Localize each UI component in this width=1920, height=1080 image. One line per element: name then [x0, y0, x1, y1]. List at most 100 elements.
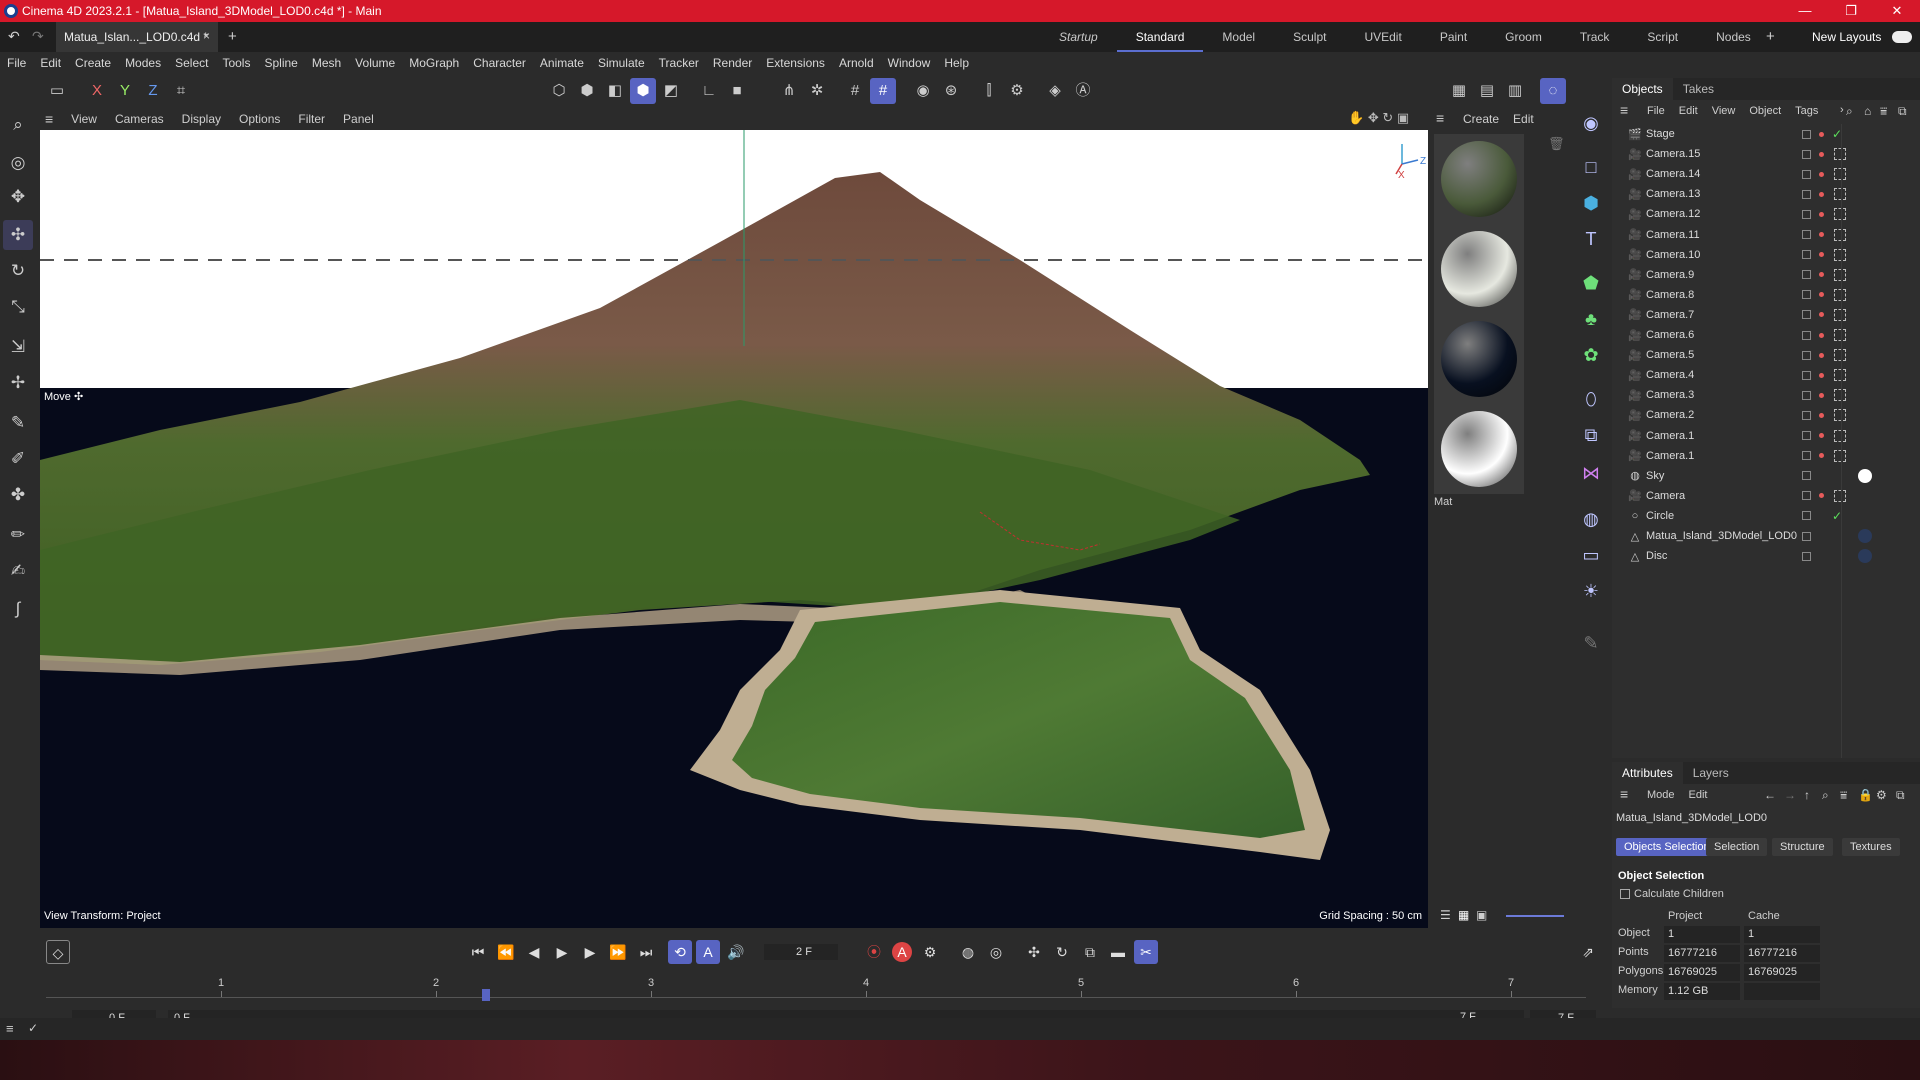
sky-material-tag-icon[interactable] — [1858, 468, 1872, 483]
editor-visibility-dot[interactable] — [1819, 412, 1824, 418]
layout-tab-sculpt[interactable]: Sculpt — [1274, 22, 1345, 52]
layer-checkbox[interactable] — [1802, 471, 1811, 481]
layer-checkbox[interactable] — [1802, 431, 1811, 440]
camera-tag-icon[interactable] — [1834, 288, 1846, 301]
new-layouts-label[interactable]: New Layouts — [1812, 30, 1881, 44]
attr-menu-mode[interactable]: Mode — [1640, 789, 1682, 801]
deformer-icon[interactable]: ⬯ — [1576, 384, 1606, 414]
object-row[interactable]: 🎥 Camera.5 — [1612, 345, 1920, 365]
camera-tag-icon[interactable] — [1834, 268, 1846, 281]
text-object-icon[interactable]: T — [1576, 224, 1606, 254]
layer-checkbox[interactable] — [1802, 370, 1811, 380]
layer-checkbox[interactable] — [1802, 189, 1811, 199]
menu-edit[interactable]: Edit — [33, 56, 68, 70]
layer-checkbox[interactable] — [1802, 350, 1811, 360]
attr-hamburger-icon[interactable]: ≡ — [1620, 786, 1628, 802]
3d-viewport[interactable]: Z X Move ✣ View Transform: Project Grid … — [40, 130, 1428, 928]
object-home-icon[interactable]: ⌂ — [1864, 104, 1871, 118]
play-icon[interactable]: ▶ — [550, 940, 574, 964]
add-tab-icon[interactable]: + — [228, 28, 237, 45]
attr-settings-icon[interactable]: ⚙ — [1876, 788, 1887, 802]
attr-lock-icon[interactable]: 🔒 — [1858, 788, 1873, 802]
soft-selection-icon[interactable]: ✲ — [804, 78, 830, 104]
material-item[interactable]: Mat — [1434, 404, 1524, 508]
layer-checkbox[interactable] — [1802, 290, 1811, 300]
sound-icon[interactable]: 🔊 — [724, 940, 748, 964]
camera-tag-icon[interactable] — [1834, 409, 1846, 422]
object-row[interactable]: 🎥 Camera.7 — [1612, 305, 1920, 325]
thumbnail-size-slider[interactable] — [1506, 915, 1564, 917]
menu-spline[interactable]: Spline — [257, 56, 304, 70]
attr-forward-icon[interactable]: → — [1784, 788, 1796, 802]
object-row[interactable]: 🎥 Camera.1 — [1612, 426, 1920, 446]
key-pla-icon[interactable]: ⧉ — [1078, 940, 1102, 964]
layout-tab-script[interactable]: Script — [1628, 22, 1697, 52]
layout-tab-startup[interactable]: Startup — [1040, 22, 1117, 52]
view-settings-icon[interactable]: ◉ — [1576, 108, 1606, 138]
camera-tag-icon[interactable] — [1834, 389, 1846, 402]
magnet-icon[interactable]: ⋔ — [776, 78, 802, 104]
next-frame-icon[interactable]: ▶ — [578, 940, 602, 964]
object-row[interactable]: 🎥 Camera.1 — [1612, 446, 1920, 466]
material-menu-edit[interactable]: Edit — [1506, 112, 1541, 126]
arnold-icon[interactable]: Ⓐ — [1070, 78, 1096, 104]
large-view-icon[interactable]: ▣ — [1476, 908, 1487, 922]
layer-checkbox[interactable] — [1802, 310, 1811, 320]
coordinate-system-icon[interactable]: ⌗ — [168, 78, 194, 104]
editor-visibility-dot[interactable] — [1819, 312, 1824, 318]
editor-visibility-dot[interactable] — [1819, 352, 1824, 358]
material-item[interactable]: Ocean_Color — [1434, 314, 1524, 418]
menu-help[interactable]: Help — [937, 56, 976, 70]
menu-mesh[interactable]: Mesh — [305, 56, 348, 70]
object-row[interactable]: 🎥 Camera.14 — [1612, 164, 1920, 184]
model-mode-icon[interactable]: ⬢ — [630, 78, 656, 104]
camera-object-icon[interactable]: ▭ — [1576, 540, 1606, 570]
editor-visibility-dot[interactable] — [1819, 292, 1824, 298]
texture-tag-icon[interactable] — [1858, 529, 1872, 543]
snap-icon[interactable]: # — [842, 78, 868, 104]
object-row[interactable]: △ Disc — [1612, 546, 1920, 566]
render-view-icon[interactable]: ▦ — [1446, 78, 1472, 104]
object-menu-file[interactable]: File — [1640, 105, 1672, 117]
dolly-icon[interactable]: ✥ — [1368, 110, 1379, 125]
go-to-start-icon[interactable]: ⏮ — [466, 940, 490, 964]
attr-menu-edit[interactable]: Edit — [1682, 789, 1715, 801]
editor-visibility-dot[interactable] — [1819, 392, 1824, 398]
object-row[interactable]: 🎥 Camera — [1612, 486, 1920, 506]
menu-arnold[interactable]: Arnold — [832, 56, 881, 70]
material-item[interactable]: Matua_Island_Text — [1434, 224, 1524, 328]
editor-visibility-dot[interactable] — [1819, 433, 1824, 438]
menu-create[interactable]: Create — [68, 56, 118, 70]
object-search-icon[interactable]: ⌕ — [1846, 104, 1853, 119]
sculpt-icon[interactable]: ∫ — [3, 594, 33, 624]
transform-tool-icon[interactable]: ⇲ — [3, 332, 33, 362]
menu-mograph[interactable]: MoGraph — [402, 56, 466, 70]
polygons-mode-icon[interactable]: ◧ — [602, 78, 628, 104]
menu-file[interactable]: File — [0, 56, 33, 70]
search-icon[interactable]: ⌕ — [3, 110, 33, 140]
go-to-end-icon[interactable]: ⏭ — [634, 940, 658, 964]
editor-visibility-dot[interactable] — [1819, 332, 1824, 338]
layer-checkbox[interactable] — [1802, 410, 1811, 420]
tab-attributes[interactable]: Attributes — [1612, 762, 1683, 784]
render-to-picture-viewer-icon[interactable]: ▤ — [1474, 78, 1500, 104]
key-position-icon[interactable]: ◍ — [956, 940, 980, 964]
autokey-icon[interactable]: A — [892, 942, 912, 962]
playhead[interactable] — [482, 989, 490, 1001]
effector-icon[interactable]: ✿ — [1576, 340, 1606, 370]
menu-modes[interactable]: Modes — [118, 56, 168, 70]
object-row[interactable]: 🎥 Camera.11 — [1612, 225, 1920, 245]
menu-window[interactable]: Window — [881, 56, 938, 70]
tab-takes[interactable]: Takes — [1673, 78, 1724, 100]
timeline-graph-icon[interactable]: ⇗ — [1576, 940, 1600, 964]
spline-sketch-icon[interactable]: ✐ — [3, 444, 33, 474]
calculate-children-checkbox[interactable] — [1620, 889, 1630, 899]
camera-tag-icon[interactable] — [1834, 369, 1846, 382]
redo-icon[interactable]: ↷ — [32, 28, 44, 45]
grid-view-icon[interactable]: ▦ — [1458, 908, 1469, 922]
editor-visibility-dot[interactable] — [1819, 232, 1824, 237]
menu-tracker[interactable]: Tracker — [652, 56, 706, 70]
object-menu-view[interactable]: View — [1705, 105, 1743, 117]
generator-icon[interactable]: ⬟ — [1576, 268, 1606, 298]
object-menu-object[interactable]: Object — [1742, 105, 1788, 117]
